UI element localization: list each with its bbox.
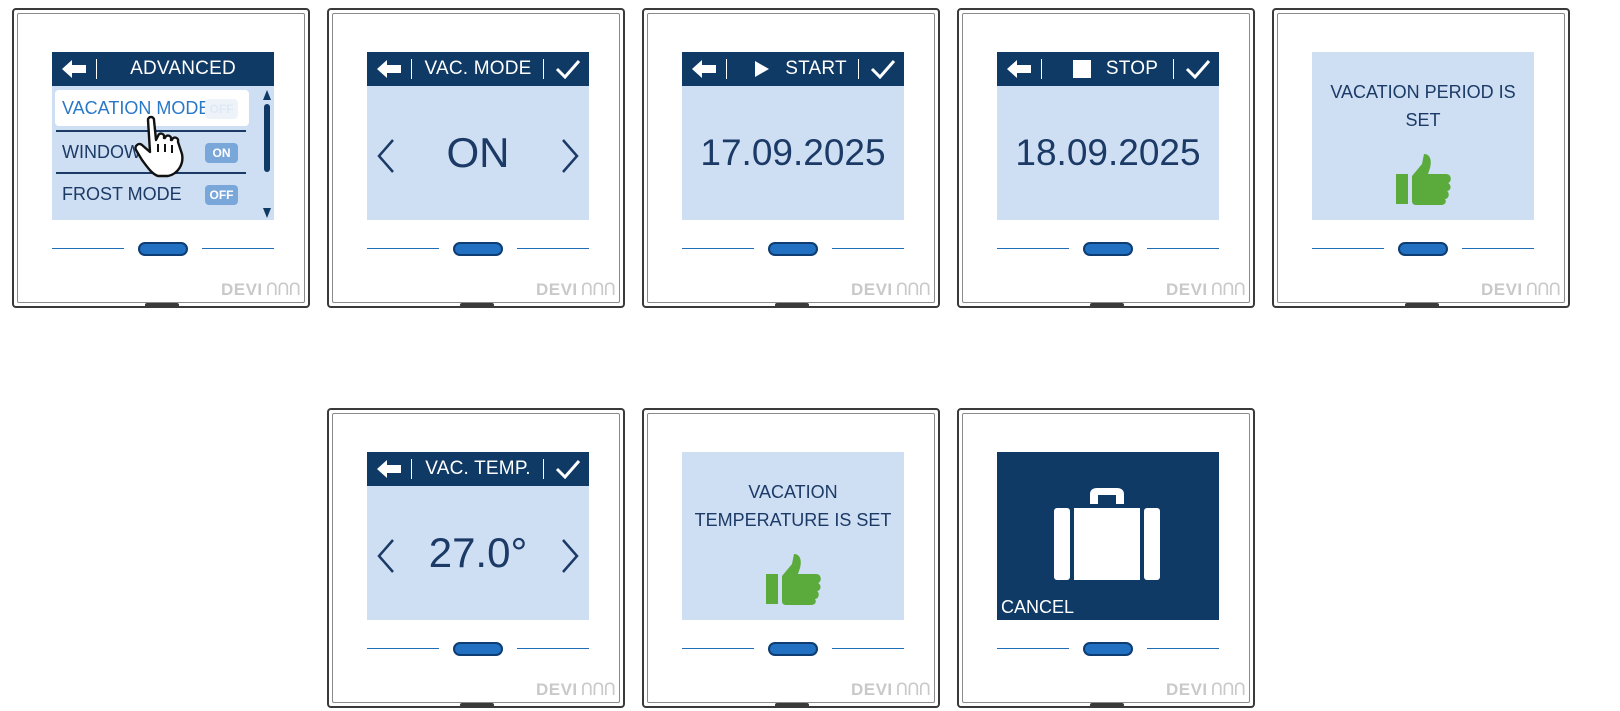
- thermostat-vacation-active: CANCEL DEVI ᑎᑎᑎ: [957, 408, 1255, 708]
- thermostat-stop-date: STOP 18.09.2025 DEVI ᑎᑎᑎ: [957, 8, 1255, 308]
- slider-button[interactable]: [138, 242, 188, 256]
- device-notch: [460, 703, 494, 708]
- devi-logo: DEVI ᑎᑎᑎ: [850, 680, 931, 699]
- slider-button[interactable]: [1083, 642, 1133, 656]
- thermostat-advanced: ADVANCED VACATION MODE OFF WINDOW ON FRO…: [12, 8, 310, 308]
- device-notch: [775, 703, 809, 708]
- slider-button[interactable]: [1398, 242, 1448, 256]
- list-item-label: WINDOW: [62, 142, 141, 162]
- device-notch: [1405, 303, 1439, 308]
- back-arrow-icon[interactable]: [60, 58, 88, 80]
- thermostat-temp-set: VACATION TEMPERATURE IS SET DEVI ᑎᑎᑎ: [642, 408, 940, 708]
- vac-temp-screen: VAC. TEMP. 27.0°: [367, 452, 589, 620]
- checkmark-icon[interactable]: [555, 59, 581, 79]
- touch-slider[interactable]: [997, 242, 1219, 256]
- devi-logo: DEVI ᑎᑎᑎ: [220, 280, 301, 299]
- header-bar: STOP: [997, 52, 1219, 86]
- thermostat-period-set: VACATION PERIOD IS SET DEVI ᑎᑎᑎ: [1272, 8, 1570, 308]
- device-notch: [1090, 303, 1124, 308]
- slider-button[interactable]: [1083, 242, 1133, 256]
- devi-logo: DEVI ᑎᑎᑎ: [1165, 280, 1246, 299]
- toggle-off[interactable]: OFF: [205, 99, 238, 119]
- thermostat-start-date: START 17.09.2025 DEVI ᑎᑎᑎ: [642, 8, 940, 308]
- touch-slider[interactable]: [1312, 242, 1534, 256]
- toggle-on[interactable]: ON: [205, 143, 238, 163]
- toggle-off[interactable]: OFF: [205, 185, 238, 205]
- start-date-screen: START 17.09.2025: [682, 52, 904, 220]
- list-item-frost-mode[interactable]: FROST MODE OFF: [52, 174, 258, 214]
- back-arrow-icon[interactable]: [1005, 58, 1033, 80]
- device-notch: [460, 303, 494, 308]
- pointing-hand-icon: [134, 115, 184, 178]
- devi-logo: DEVI ᑎᑎᑎ: [850, 280, 931, 299]
- header-title: ADVANCED: [130, 58, 236, 79]
- temperature-value: 27.0°: [428, 529, 528, 576]
- scrollbar[interactable]: [262, 88, 272, 220]
- start-date-value: 17.09.2025: [700, 132, 886, 173]
- stop-date-screen: STOP 18.09.2025: [997, 52, 1219, 220]
- thumbs-up-icon: [1396, 154, 1451, 205]
- slider-button[interactable]: [768, 242, 818, 256]
- back-arrow-icon[interactable]: [690, 58, 718, 80]
- thermostat-vac-mode: VAC. MODE ON DEVI ᑎᑎᑎ: [327, 8, 625, 308]
- vac-mode-screen: VAC. MODE ON: [367, 52, 589, 220]
- period-set-screen: VACATION PERIOD IS SET: [1312, 52, 1534, 220]
- slider-button[interactable]: [453, 642, 503, 656]
- cancel-button[interactable]: CANCEL: [1001, 597, 1074, 618]
- chevron-right-icon[interactable]: [559, 136, 581, 176]
- confirmation-message: VACATION TEMPERATURE IS SET: [694, 482, 892, 530]
- devi-logo: DEVI ᑎᑎᑎ: [1480, 280, 1561, 299]
- devi-logo: DEVI ᑎᑎᑎ: [1165, 680, 1246, 699]
- devi-logo: DEVI ᑎᑎᑎ: [535, 680, 616, 699]
- vacation-active-screen: CANCEL: [997, 452, 1219, 620]
- temp-set-screen: VACATION TEMPERATURE IS SET: [682, 452, 904, 620]
- checkmark-icon[interactable]: [555, 459, 581, 479]
- thumbs-up-icon: [766, 554, 821, 605]
- mode-value: ON: [446, 129, 510, 176]
- touch-slider[interactable]: [367, 242, 589, 256]
- slider-button[interactable]: [768, 642, 818, 656]
- touch-slider[interactable]: [367, 642, 589, 656]
- checkmark-icon[interactable]: [870, 59, 896, 79]
- touch-slider[interactable]: [52, 242, 274, 256]
- thermostat-vac-temp: VAC. TEMP. 27.0° DEVI ᑎᑎᑎ: [327, 408, 625, 708]
- header-bar: START: [682, 52, 904, 86]
- chevron-right-icon[interactable]: [559, 536, 581, 576]
- devi-logo: DEVI ᑎᑎᑎ: [535, 280, 616, 299]
- confirmation-message: VACATION PERIOD IS SET: [1330, 82, 1516, 130]
- checkmark-icon[interactable]: [1185, 59, 1211, 79]
- device-notch: [145, 303, 179, 308]
- suitcase-icon: [1054, 488, 1160, 580]
- header-bar: VAC. TEMP.: [367, 452, 589, 486]
- device-notch: [775, 303, 809, 308]
- slider-button[interactable]: [453, 242, 503, 256]
- touch-slider[interactable]: [682, 242, 904, 256]
- touch-slider[interactable]: [997, 642, 1219, 656]
- device-notch: [1090, 703, 1124, 708]
- header-bar: VAC. MODE: [367, 52, 589, 86]
- stop-date-value: 18.09.2025: [1015, 132, 1201, 173]
- list-item-label: FROST MODE: [62, 184, 182, 204]
- touch-slider[interactable]: [682, 642, 904, 656]
- advanced-screen: ADVANCED VACATION MODE OFF WINDOW ON FRO…: [52, 52, 274, 220]
- header-bar: ADVANCED: [52, 52, 274, 86]
